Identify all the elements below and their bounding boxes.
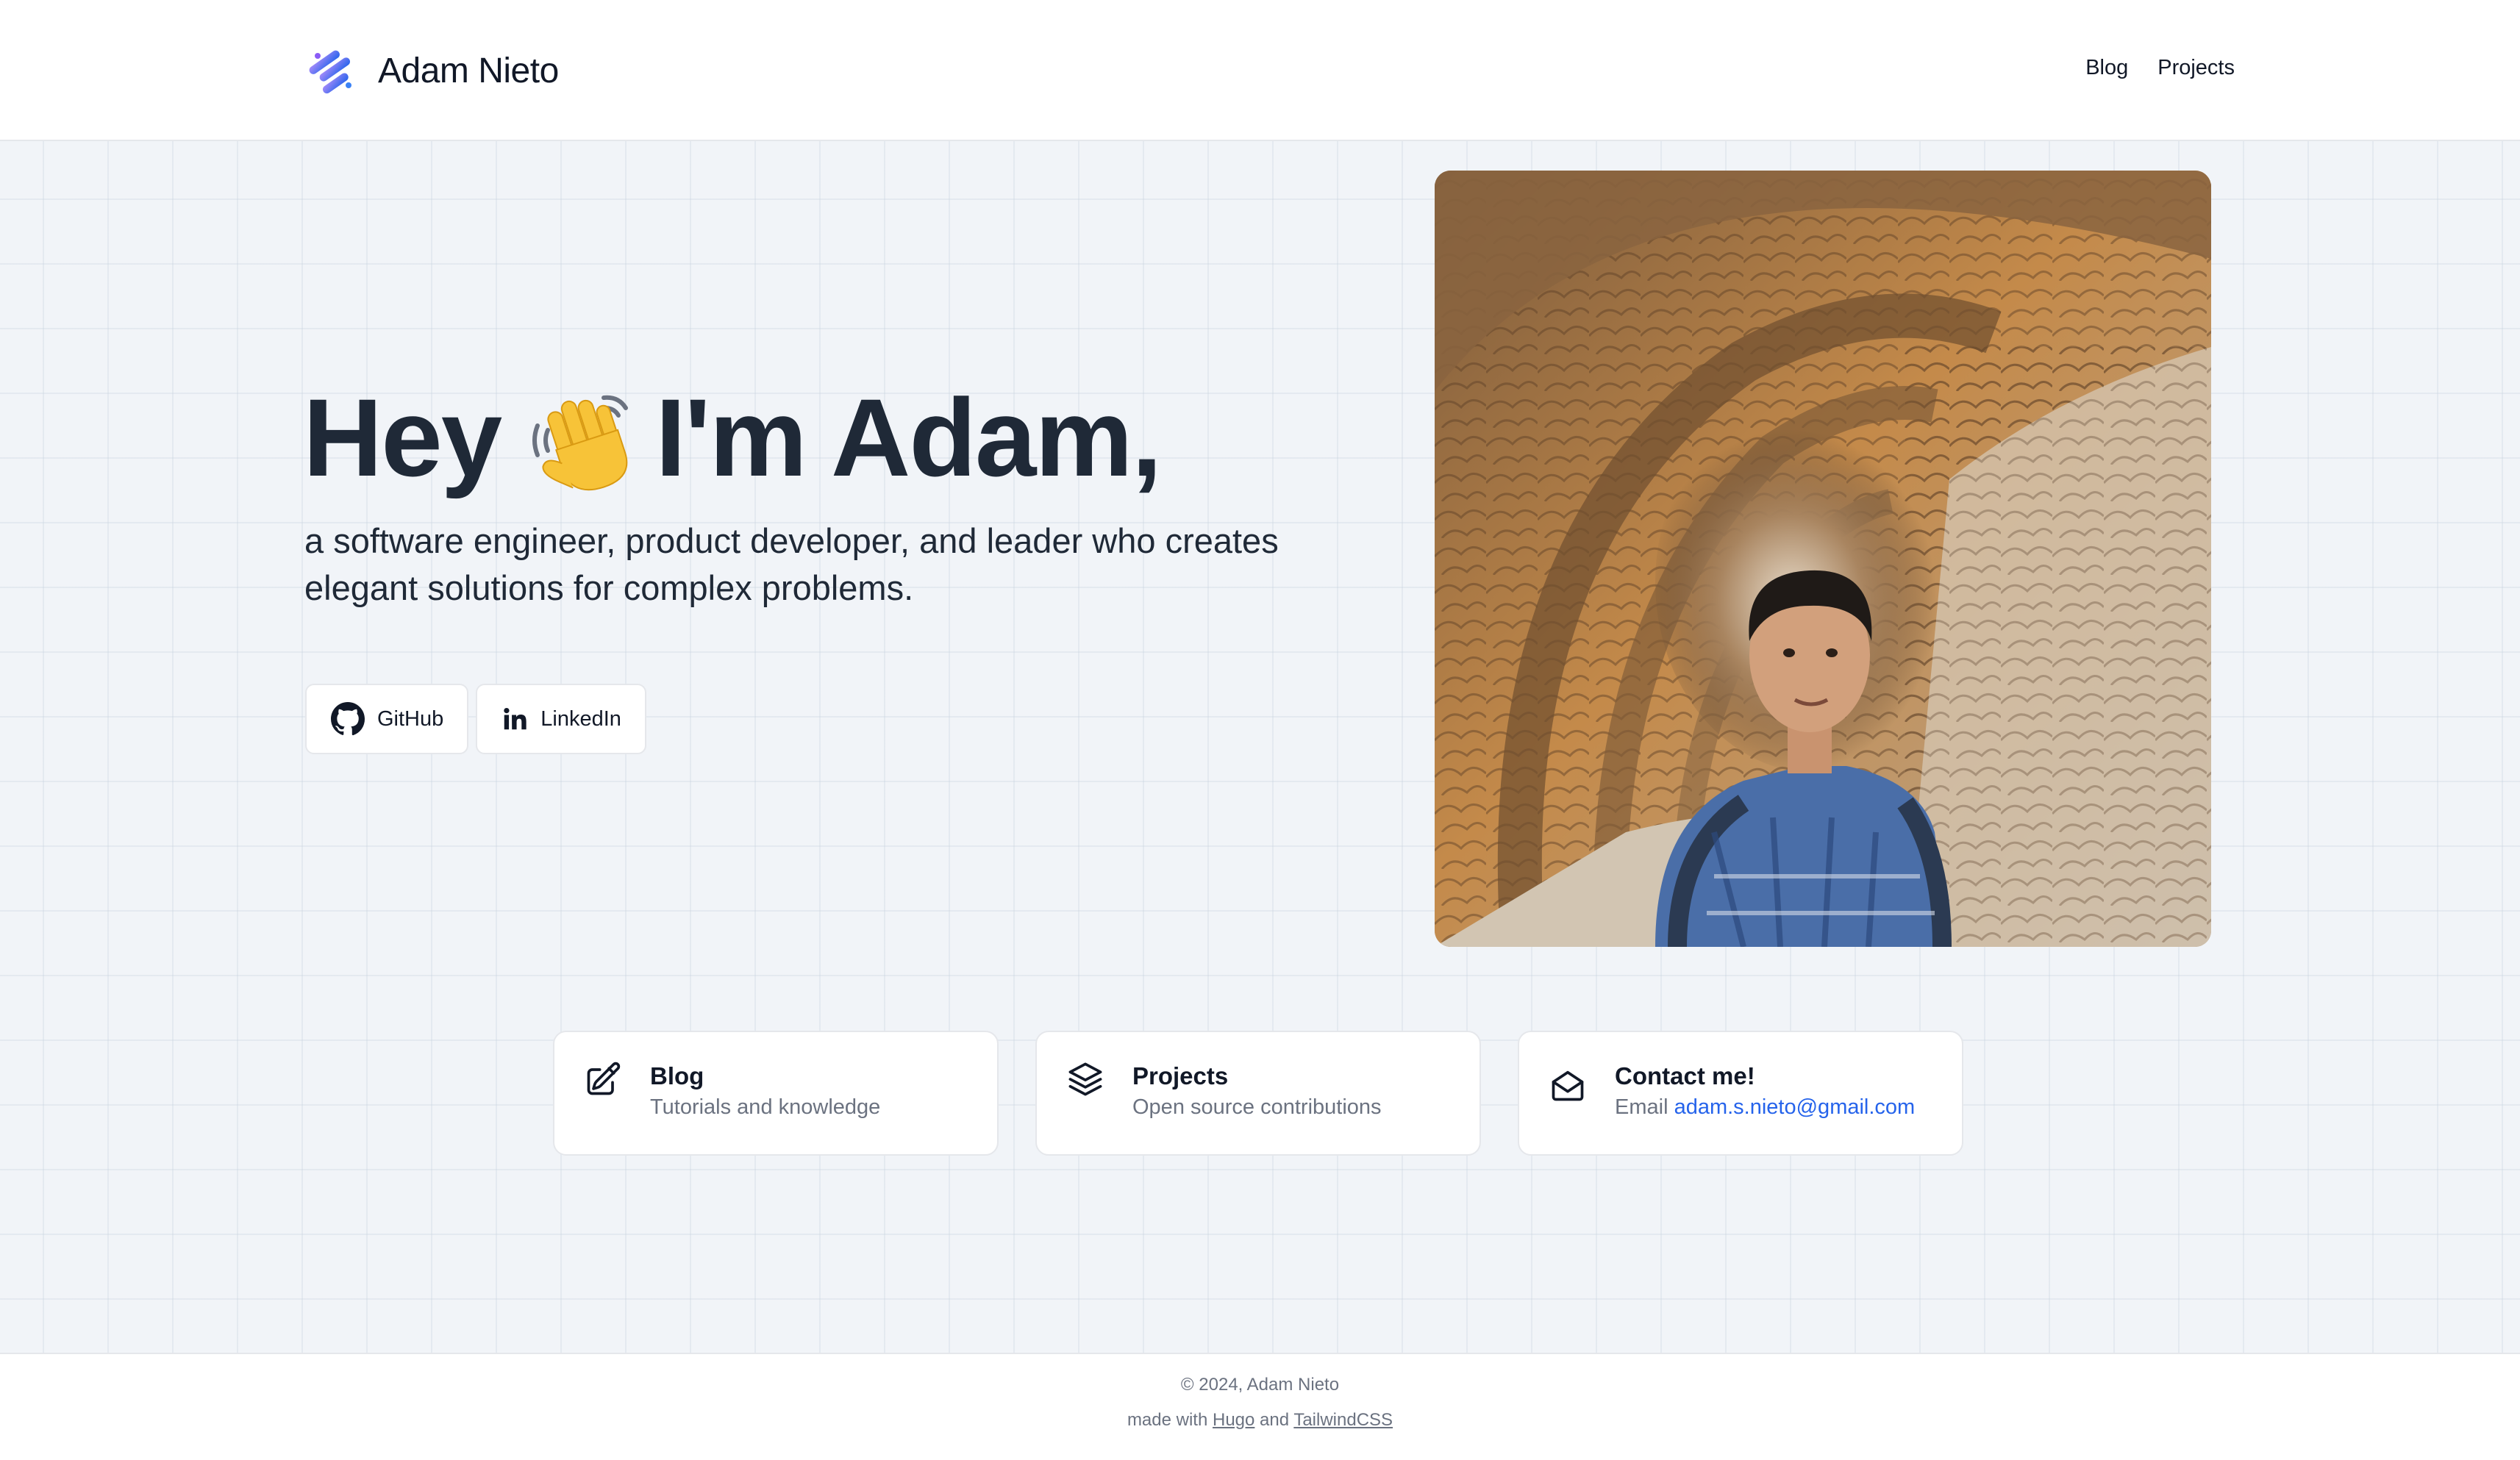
- feature-cards: Blog Tutorials and knowledge Projects Op…: [553, 1031, 1963, 1156]
- social-links: GitHub LinkedIn: [305, 684, 646, 754]
- hero-subtitle: a software engineer, product developer, …: [304, 521, 1279, 607]
- github-button[interactable]: GitHub: [305, 684, 469, 754]
- blog-card-title: Blog: [650, 1062, 704, 1089]
- layers-icon: [1068, 1062, 1102, 1096]
- footer-tailwind-link[interactable]: TailwindCSS: [1293, 1410, 1393, 1430]
- profile-photo-image: [1435, 171, 2211, 947]
- footer-copyright: © 2024, Adam Nieto: [1180, 1375, 1340, 1395]
- envelope-open-icon: [1552, 1070, 1584, 1101]
- hero-title: Hey I'm Adam,: [303, 375, 1162, 500]
- projects-card-description: Open source contributions: [1132, 1095, 1382, 1119]
- projects-card[interactable]: Projects Open source contributions: [1035, 1031, 1481, 1156]
- hero-greeting-end: I'm Adam,: [655, 376, 1162, 499]
- github-button-label: GitHub: [377, 706, 444, 731]
- footer-hugo-link[interactable]: Hugo: [1213, 1410, 1254, 1430]
- nav-link-projects[interactable]: Projects: [2157, 56, 2235, 80]
- site-header: Adam Nieto Blog Projects: [0, 0, 2520, 141]
- contact-card: Contact me! Email adam.s.nieto@gmail.com: [1518, 1031, 1963, 1156]
- blog-card[interactable]: Blog Tutorials and knowledge: [553, 1031, 999, 1156]
- contact-card-description: Email adam.s.nieto@gmail.com: [1615, 1092, 1915, 1122]
- footer-credits: made with Hugo and TailwindCSS: [0, 1410, 2520, 1431]
- blog-card-description: Tutorials and knowledge: [650, 1095, 881, 1119]
- linkedin-icon: [504, 707, 527, 730]
- footer-and: and: [1260, 1410, 1290, 1430]
- contact-email-link[interactable]: adam.s.nieto@gmail.com: [1674, 1095, 1916, 1119]
- contact-email-prefix: Email: [1615, 1095, 1668, 1119]
- brand-logo-icon: [309, 50, 351, 94]
- site-footer: © 2024, Adam Nieto made with Hugo and Ta…: [0, 1353, 2520, 1460]
- github-icon: [331, 702, 365, 736]
- nav-link-blog[interactable]: Blog: [2085, 56, 2128, 80]
- linkedin-button[interactable]: LinkedIn: [476, 684, 646, 754]
- projects-card-title: Projects: [1132, 1062, 1229, 1089]
- hero-greeting-start: Hey: [303, 376, 502, 499]
- main-nav: Blog Projects: [2085, 56, 2235, 80]
- brand-name: Adam Nieto: [378, 51, 559, 90]
- brand-home-link[interactable]: Adam Nieto: [307, 44, 559, 97]
- pencil-square-icon: [587, 1062, 621, 1095]
- contact-card-title: Contact me!: [1615, 1062, 1755, 1089]
- profile-photo: [1435, 171, 2211, 947]
- footer-made-with: made with: [1127, 1410, 1208, 1430]
- linkedin-button-label: LinkedIn: [540, 706, 621, 731]
- waving-hand-icon: [532, 395, 629, 491]
